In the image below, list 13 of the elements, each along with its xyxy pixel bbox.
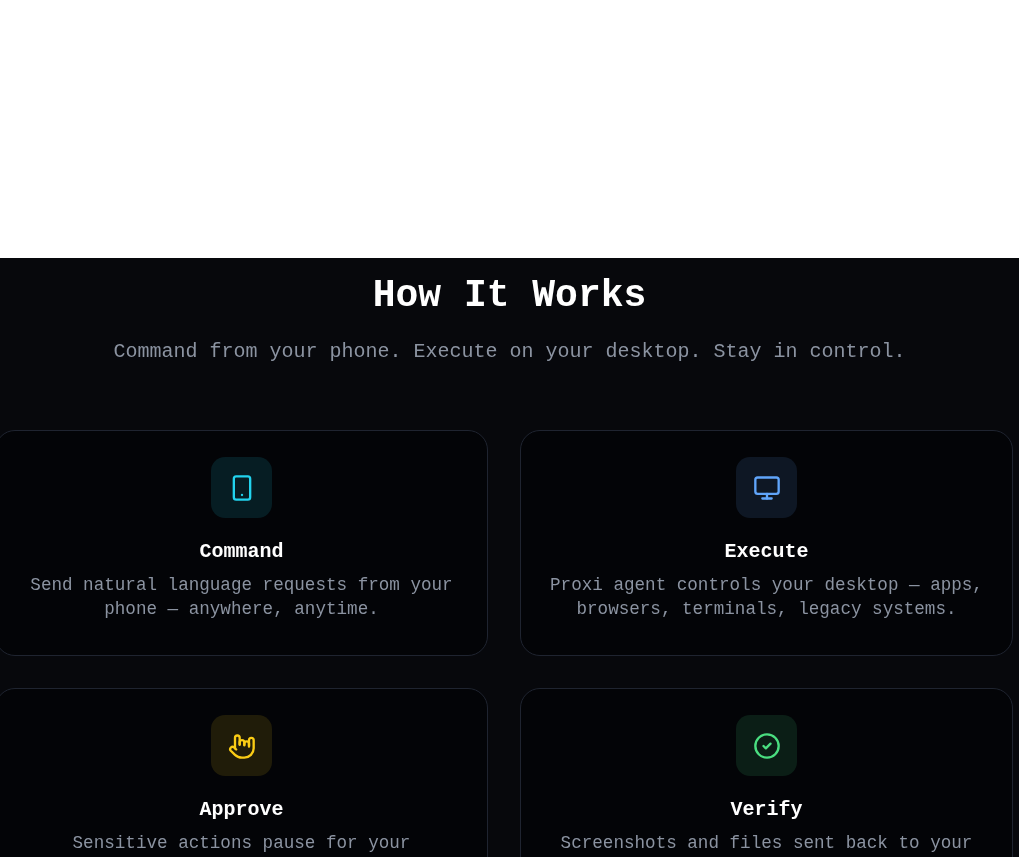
card-title: Verify: [730, 797, 803, 823]
monitor-icon: [752, 473, 781, 502]
card-title: Execute: [724, 539, 809, 565]
card-description: Sensitive actions pause for your: [72, 832, 411, 855]
card-title: Command: [199, 539, 284, 565]
card-description: Screenshots and files sent back to your: [560, 832, 973, 855]
hand-icon: [227, 731, 256, 760]
section-subtitle: Command from your phone. Execute on your desktop. Stay in control.: [113, 339, 906, 365]
card-description: Send natural language requests from your phone — anywhere, anytime.: [29, 574, 454, 621]
card-title: Approve: [199, 797, 284, 823]
check-circle-icon: [752, 731, 781, 760]
section-title: How It Works: [372, 274, 647, 318]
card-description: Proxi agent controls your desktop — apps, browsers, terminals, legacy systems.: [549, 574, 984, 621]
